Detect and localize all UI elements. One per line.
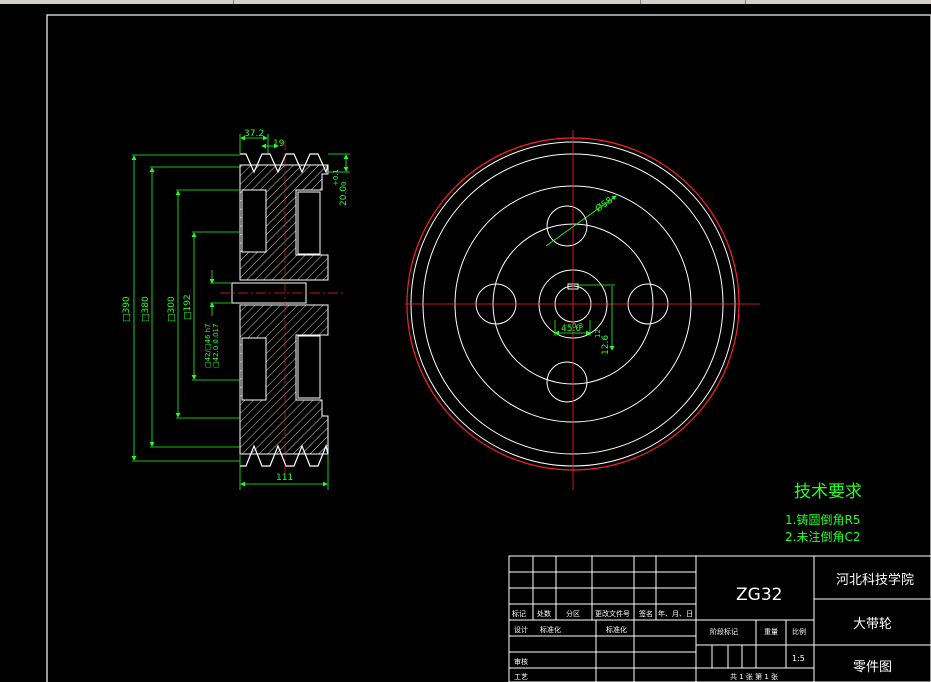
dim-keyway-width: 12 <box>594 329 602 338</box>
dim-rim-diameter: □300 <box>167 296 177 322</box>
label-designer: 标准化 <box>540 625 561 634</box>
label-stage: 阶段标记 <box>710 627 738 636</box>
dim-hole-diameter: Ø58 <box>593 195 615 215</box>
scale-value: 1:5 <box>792 654 805 663</box>
web-recess <box>297 191 321 255</box>
dim-overall-width: 111 <box>276 473 293 483</box>
drawing-number: ZG32 <box>736 585 782 605</box>
dim-groove-depth-tol-low: 0 <box>340 182 348 186</box>
notes-heading: 技术要求 <box>794 482 862 502</box>
drawing-frame <box>46 14 931 682</box>
technical-notes: 技术要求 1.铸圆倒角R5 2.未注倒角C2 <box>785 482 862 544</box>
dim-groove-depth: 20.0 <box>339 186 349 206</box>
front-view <box>405 130 760 490</box>
dim-groove-pitch: 19 <box>273 139 285 149</box>
drawing-type: 零件图 <box>853 660 892 675</box>
dim-outer-diameter: □390 <box>122 296 132 322</box>
side-section-view <box>220 140 345 480</box>
label-review: 审核 <box>514 657 528 666</box>
dim-keyway-depth: 12.6 <box>601 335 611 355</box>
dim-pitch-diameter: □380 <box>141 296 151 322</box>
dim-bore: 45.0 <box>561 324 581 334</box>
label-process: 工艺 <box>514 673 528 681</box>
label-count: 处数 <box>537 609 551 618</box>
part-name: 大带轮 <box>853 617 892 632</box>
web-recess <box>241 189 267 253</box>
label-sheet: 共 1 张 第 1 张 <box>730 672 778 681</box>
web-recess <box>241 337 267 401</box>
label-design: 设计 <box>514 625 528 634</box>
dim-groove-depth-tol: +0.1 <box>332 169 340 186</box>
label-change-doc: 更改文件号 <box>595 609 630 618</box>
institution-name: 河北科技学院 <box>836 572 914 588</box>
label-weight: 重量 <box>764 628 778 636</box>
dim-groove-angle: 37.2 <box>244 129 264 139</box>
label-ratio: 比例 <box>792 627 806 636</box>
label-zone: 分区 <box>566 609 580 618</box>
label-mark: 标记 <box>512 609 526 618</box>
notes-line-2: 2.未注倒角C2 <box>785 529 860 544</box>
dim-bore-b: □42.0 0.017 <box>212 324 220 368</box>
label-date: 年、月、日 <box>658 609 693 618</box>
drawing-canvas[interactable]: 37.2 19 111 20.0 +0.1 0 □390 □380 □300 □… <box>0 4 931 682</box>
notes-line-1: 1.铸圆倒角R5 <box>785 512 860 527</box>
label-standardize: 标准化 <box>606 625 627 634</box>
dim-bore-a: □42/□46 h7 <box>204 323 212 368</box>
dim-hub-diameter: □192 <box>183 294 193 320</box>
web-recess <box>297 335 321 399</box>
label-signature: 签名 <box>639 609 653 618</box>
